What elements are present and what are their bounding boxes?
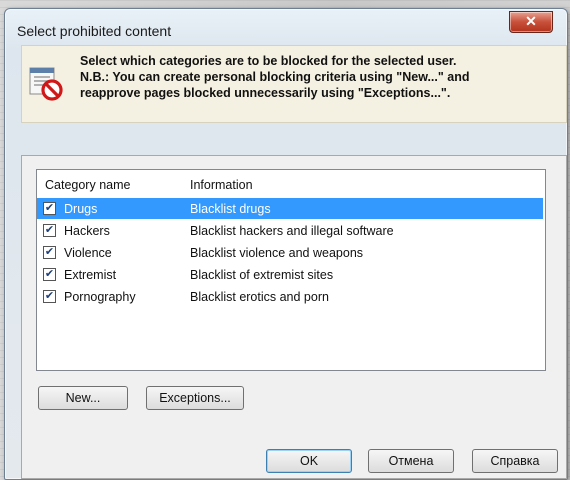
column-header-information[interactable]: Information — [190, 178, 253, 192]
category-name: Hackers — [64, 224, 110, 238]
info-banner: Select which categories are to be blocke… — [21, 45, 567, 123]
ok-button[interactable]: OK — [266, 449, 352, 473]
category-name: Drugs — [64, 202, 98, 216]
category-name: Pornography — [64, 290, 136, 304]
checkbox-drugs[interactable]: ✔ — [43, 202, 56, 215]
banner-line-3: reapprove pages blocked unnecessarily us… — [80, 86, 451, 100]
blocked-content-icon — [29, 67, 63, 101]
category-list[interactable]: Category name Information ✔ Drugs Blackl… — [36, 169, 546, 371]
checkbox-hackers[interactable]: ✔ — [43, 224, 56, 237]
category-info: Blacklist hackers and illegal software — [190, 224, 394, 238]
banner-message: Select which categories are to be blocke… — [80, 53, 560, 101]
help-button[interactable]: Справка — [472, 449, 558, 473]
category-row-violence[interactable]: ✔ Violence Blacklist violence and weapon… — [37, 242, 543, 263]
banner-line-1: Select which categories are to be blocke… — [80, 54, 457, 68]
category-name: Violence — [64, 246, 112, 260]
category-row-pornography[interactable]: ✔ Pornography Blacklist erotics and porn — [37, 286, 543, 307]
banner-line-2: N.B.: You can create personal blocking c… — [80, 70, 470, 84]
window-title: Select prohibited content — [17, 23, 172, 39]
category-info: Blacklist violence and weapons — [190, 246, 364, 260]
category-info: Blacklist of extremist sites — [190, 268, 334, 282]
category-row-drugs[interactable]: ✔ Drugs Blacklist drugs — [37, 198, 543, 219]
cancel-button[interactable]: Отмена — [368, 449, 454, 473]
list-header: Category name Information — [37, 170, 545, 198]
category-row-hackers[interactable]: ✔ Hackers Blacklist hackers and illegal … — [37, 220, 543, 241]
close-button[interactable]: ✕ — [509, 11, 553, 33]
exceptions-button[interactable]: Exceptions... — [146, 386, 244, 410]
column-header-category-name[interactable]: Category name — [45, 178, 130, 192]
category-group: Category name Information ✔ Drugs Blackl… — [21, 155, 567, 479]
checkbox-pornography[interactable]: ✔ — [43, 290, 56, 303]
dialog-window: Select prohibited content ✕ Select which… — [4, 8, 568, 480]
checkbox-extremist[interactable]: ✔ — [43, 268, 56, 281]
category-info: Blacklist drugs — [190, 202, 271, 216]
close-icon: ✕ — [525, 13, 537, 29]
category-info: Blacklist erotics and porn — [190, 290, 329, 304]
category-name: Extremist — [64, 268, 117, 282]
checkbox-violence[interactable]: ✔ — [43, 246, 56, 259]
new-button[interactable]: New... — [38, 386, 128, 410]
category-row-extremist[interactable]: ✔ Extremist Blacklist of extremist sites — [37, 264, 543, 285]
